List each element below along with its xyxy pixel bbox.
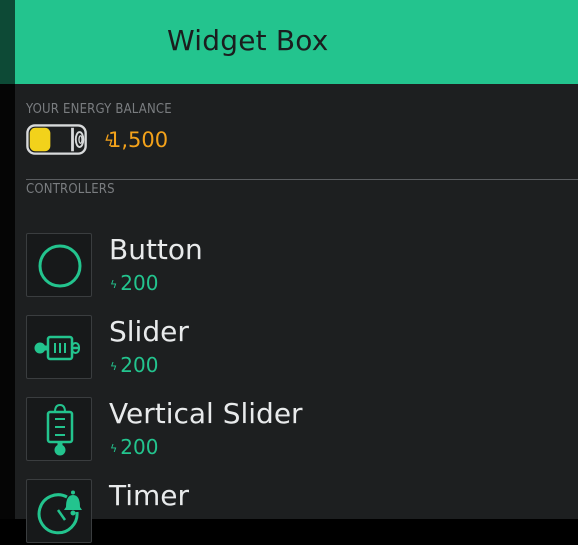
- widget-icon-box: [26, 397, 92, 461]
- vertical-slider-icon: [46, 403, 74, 456]
- widget-price: ϟ 200: [110, 271, 158, 295]
- widget-icon-box: [26, 233, 92, 297]
- widget-price-value: 200: [120, 435, 159, 459]
- widget-item-timer[interactable]: Timer: [26, 479, 566, 545]
- left-edge-accent: [0, 0, 15, 84]
- section-divider: [26, 179, 578, 180]
- energy-balance-label: YOUR ENERGY BALANCE: [26, 102, 172, 117]
- widget-price-value: 200: [120, 271, 159, 295]
- widget-price: ϟ 200: [110, 353, 158, 377]
- controllers-label: CONTROLLERS: [26, 182, 115, 197]
- widget-item-slider[interactable]: Slider ϟ 200: [26, 315, 566, 381]
- left-edge-strip: [0, 0, 15, 519]
- widget-box-header: Widget Box: [15, 0, 578, 84]
- widget-item-vertical-slider[interactable]: Vertical Slider ϟ 200: [26, 397, 566, 463]
- widget-name: Vertical Slider: [109, 397, 303, 430]
- timer-icon: [37, 490, 82, 535]
- bolt-icon: ϟ: [110, 278, 118, 291]
- widget-name: Slider: [109, 315, 189, 348]
- circle-icon: [38, 244, 82, 288]
- bolt-icon: ϟ: [110, 442, 118, 455]
- battery-icon: [26, 124, 87, 155]
- bolt-icon: ϟ: [110, 360, 118, 373]
- widget-box-panel: Widget Box YOUR ENERGY BALANCE ϟ 1,500 C…: [15, 0, 578, 543]
- widget-icon-box: [26, 315, 92, 379]
- widget-icon-box: [26, 479, 92, 543]
- slider-icon: [34, 335, 80, 361]
- widget-name: Button: [109, 233, 203, 266]
- energy-balance: ϟ 1,500: [26, 124, 326, 158]
- widget-price-value: 200: [120, 353, 159, 377]
- widget-item-button[interactable]: Button ϟ 200: [26, 233, 566, 299]
- widget-price: ϟ 200: [110, 435, 158, 459]
- widget-name: Timer: [109, 479, 190, 512]
- energy-balance-value: 1,500: [108, 128, 169, 152]
- page-title: Widget Box: [167, 24, 329, 57]
